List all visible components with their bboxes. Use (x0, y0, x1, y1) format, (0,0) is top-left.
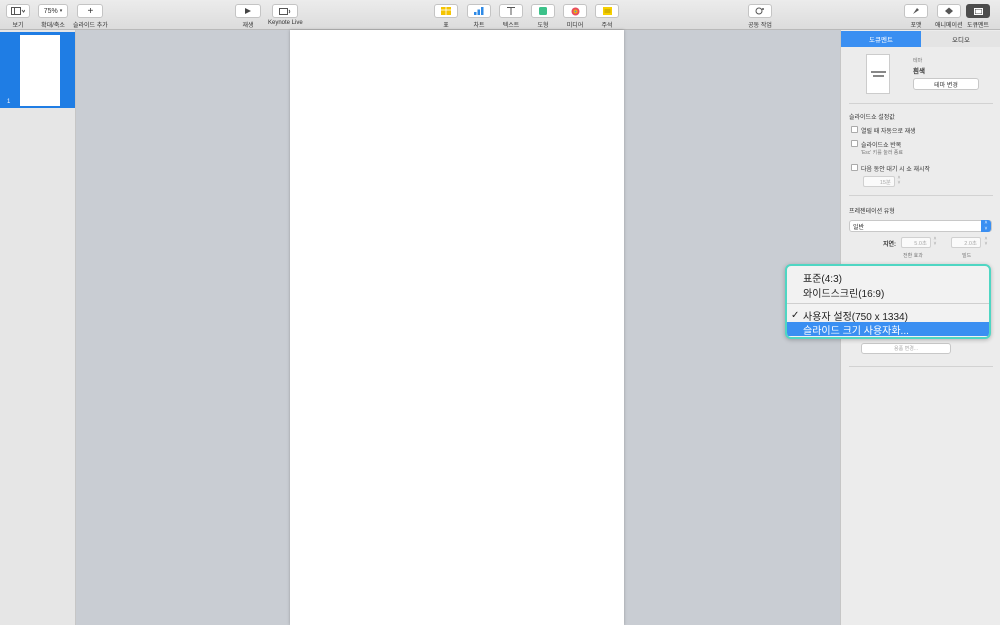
shape-button[interactable]: 도형 (531, 4, 555, 29)
inspector-tabs: 도큐멘트 오디오 (841, 31, 1000, 47)
document-icon (966, 4, 990, 18)
text-label: 텍스트 (502, 23, 520, 29)
zoom-label: 확대/축소 (41, 23, 65, 29)
delay-label: 지연: (883, 242, 897, 248)
transition-delay-field[interactable]: 5.0초 (901, 237, 931, 248)
collaborate-icon (748, 4, 772, 18)
play-button[interactable]: 재생 (235, 4, 261, 29)
slide-thumbnail (20, 35, 60, 106)
chevron-down-icon: ▾ (59, 8, 63, 14)
autoplay-checkbox[interactable] (851, 126, 858, 133)
zoom-value: 75% (43, 7, 58, 15)
text-button[interactable]: 텍스트 (499, 4, 523, 29)
loop-checkbox[interactable] (851, 140, 858, 147)
transition-delay-stepper[interactable]: ˄ ˅ (932, 237, 938, 248)
zoom-control[interactable]: 75% ▾ 확대/축소 (38, 4, 68, 29)
view-label: 보기 (12, 23, 24, 29)
tab-document[interactable]: 도큐멘트 (841, 31, 921, 47)
media-button[interactable]: 미디어 (563, 4, 587, 29)
presentation-type-title: 프레젠테이션 유형 (849, 209, 895, 215)
slide-navigator: 1 (0, 30, 76, 625)
animate-label: 애니메이션 (935, 23, 963, 29)
format-button[interactable]: 포맷 (904, 4, 928, 29)
transition-caption: 전환 효과 (903, 253, 923, 259)
menu-separator (787, 303, 989, 304)
table-label: 표 (443, 23, 449, 29)
animate-icon (936, 4, 961, 18)
plus-icon: + (77, 4, 104, 18)
shape-icon (531, 4, 555, 18)
play-label: 재생 (242, 23, 254, 29)
menu-item-custom-size[interactable]: ✓ 사용자 설정(750 x 1334) (787, 308, 989, 323)
document-label: 도큐멘트 (966, 23, 990, 29)
format-label: 포맷 (910, 23, 922, 29)
view-button[interactable]: 보기 (6, 4, 30, 29)
comment-icon (595, 4, 619, 18)
toolbar: 보기 75% ▾ 확대/축소 + 슬라이드 추가 재생 Keynote Live … (0, 0, 1000, 30)
menu-item-customize-size[interactable]: 슬라이드 크기 사용자화... (787, 322, 989, 337)
presentation-type-select[interactable]: 일반 ˄ ˅ (849, 220, 992, 232)
slide-thumbnail-selected[interactable]: 1 (0, 32, 75, 108)
tab-audio[interactable]: 오디오 (921, 31, 1000, 47)
theme-caption: 테마 (913, 58, 923, 64)
build-delay-field[interactable]: 2.0초 (951, 237, 981, 248)
restart-checkbox[interactable] (851, 164, 858, 171)
restart-idle-field[interactable]: 15분 (863, 176, 895, 187)
keynote-live-label: Keynote Live (268, 20, 303, 26)
menu-item-standard[interactable]: 표준(4:3) (787, 270, 989, 285)
divider (849, 195, 993, 196)
change-button[interactable]: 용품 변경... (861, 343, 951, 354)
menu-item-custom-size-label: 사용자 설정(750 x 1334) (803, 311, 908, 323)
sidebar-view-icon (6, 4, 30, 18)
checkmark-icon: ✓ (791, 309, 800, 321)
text-icon (499, 4, 523, 18)
loop-label: 슬라이드쇼 반복 (861, 143, 902, 149)
chevron-updown-icon: ˄ ˅ (981, 220, 991, 232)
theme-name: 흰색 (913, 68, 925, 75)
change-theme-button[interactable]: 테마 변경 (913, 78, 979, 90)
add-slide-label: 슬라이드 추가 (73, 23, 108, 29)
chart-label: 차트 (473, 23, 485, 29)
collaborate-button[interactable]: 공동 작업 (748, 4, 772, 29)
presentation-type-value: 일반 (853, 224, 865, 231)
build-caption: 빌드 (962, 253, 972, 259)
media-icon (563, 4, 587, 18)
slide-number: 1 (7, 99, 11, 105)
animate-button[interactable]: 애니메이션 (935, 4, 963, 29)
restart-label: 다음 동안 대기 시 쇼 재시작 (861, 167, 931, 173)
paintbrush-icon (904, 4, 928, 18)
shape-label: 도형 (537, 23, 549, 29)
loop-hint: 'Esc' 키를 눌러 종료 (861, 150, 904, 156)
chart-icon (467, 4, 491, 18)
divider (849, 103, 993, 104)
theme-thumbnail (866, 54, 890, 94)
divider (849, 366, 993, 367)
slideshow-settings-title: 슬라이드쇼 설정값 (849, 115, 895, 121)
add-slide-button[interactable]: + 슬라이드 추가 (73, 4, 108, 29)
collaborate-label: 공동 작업 (748, 23, 772, 29)
play-icon (245, 8, 251, 14)
comment-button[interactable]: 주석 (595, 4, 619, 29)
menu-item-widescreen[interactable]: 와이드스크린(16:9) (787, 285, 989, 300)
slide-size-menu: 표준(4:3) 와이드스크린(16:9) ✓ 사용자 설정(750 x 1334… (785, 264, 991, 339)
slide-canvas (76, 30, 840, 625)
keynote-live-icon (272, 4, 299, 18)
media-label: 미디어 (566, 23, 584, 29)
chart-button[interactable]: 차트 (467, 4, 491, 29)
table-icon (434, 4, 458, 18)
keynote-live-button[interactable]: Keynote Live (268, 4, 303, 26)
build-delay-stepper[interactable]: ˄ ˅ (983, 237, 989, 248)
restart-stepper[interactable]: ˄ ˅ (896, 176, 902, 187)
autoplay-label: 열릴 때 자동으로 재생 (861, 129, 916, 135)
slide[interactable] (290, 30, 624, 625)
comment-label: 주석 (601, 23, 613, 29)
document-button[interactable]: 도큐멘트 (966, 4, 990, 29)
table-button[interactable]: 표 (434, 4, 458, 29)
